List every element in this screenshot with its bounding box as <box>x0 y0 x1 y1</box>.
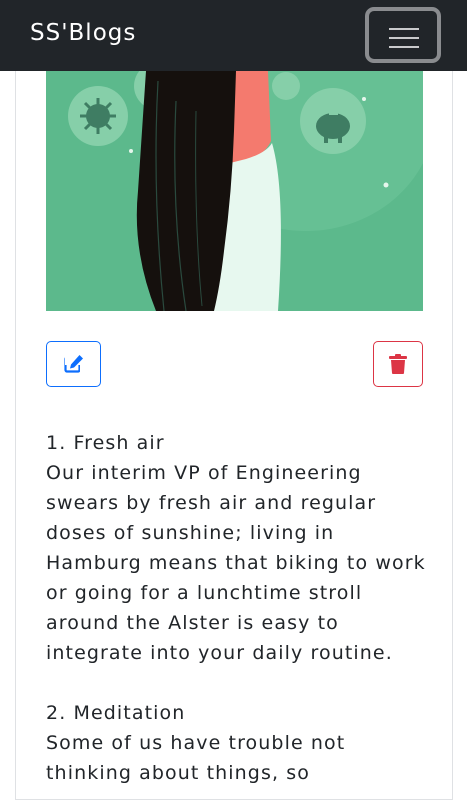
section-heading: 2. Meditation <box>46 702 186 724</box>
section-body: Some of us have trouble not thinking abo… <box>46 732 346 784</box>
post-content: 1. Fresh air Our interim VP of Engineeri… <box>46 428 431 788</box>
brand-logo[interactable]: SS'Blogs <box>30 20 136 46</box>
navbar: SS'Blogs <box>0 0 467 71</box>
trash-icon <box>389 354 407 374</box>
edit-icon <box>63 354 84 374</box>
post-image <box>46 71 423 311</box>
navbar-toggler-button[interactable] <box>365 7 441 63</box>
delete-post-button[interactable] <box>373 341 423 387</box>
edit-post-button[interactable] <box>46 341 101 387</box>
section-heading: 1. Fresh air <box>46 432 165 454</box>
section-body: Our interim VP of Engineering swears by … <box>46 462 426 664</box>
